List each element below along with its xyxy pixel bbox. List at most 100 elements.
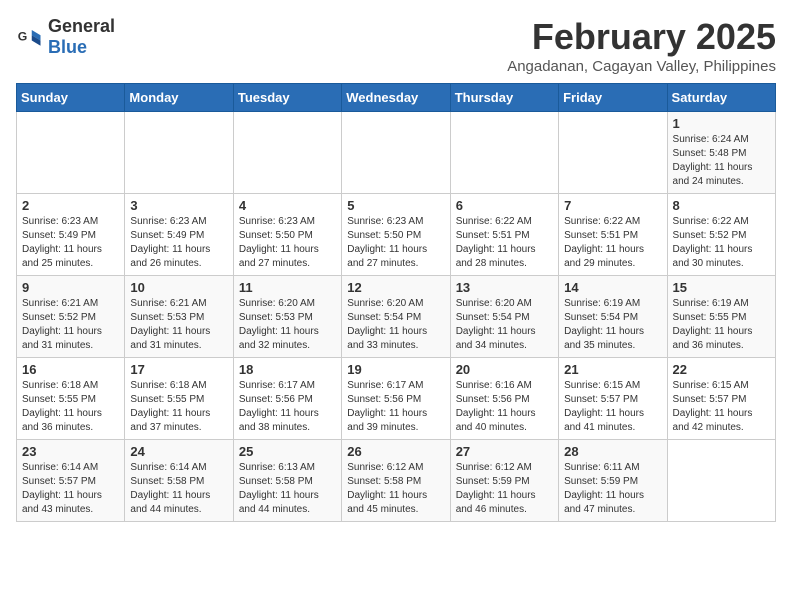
title-area: February 2025 Angadanan, Cagayan Valley,… bbox=[507, 16, 776, 75]
logo-general-text: General bbox=[48, 16, 115, 36]
calendar-cell: 3 Sunrise: 6:23 AMSunset: 5:49 PMDaylight… bbox=[125, 194, 233, 276]
dow-saturday: Saturday bbox=[667, 84, 775, 112]
calendar-cell: 28 Sunrise: 6:11 AMSunset: 5:59 PMDayligh… bbox=[559, 440, 667, 522]
calendar-cell: 11 Sunrise: 6:20 AMSunset: 5:53 PMDayligh… bbox=[233, 276, 341, 358]
calendar-cell: 24 Sunrise: 6:14 AMSunset: 5:58 PMDayligh… bbox=[125, 440, 233, 522]
day-info: Sunrise: 6:19 AMSunset: 5:54 PMDaylight:… bbox=[564, 297, 661, 353]
day-number: 26 bbox=[347, 444, 444, 459]
day-number: 3 bbox=[130, 198, 227, 213]
week-row-3: 16 Sunrise: 6:18 AMSunset: 5:55 PMDayligh… bbox=[17, 358, 776, 440]
calendar-cell: 26 Sunrise: 6:12 AMSunset: 5:58 PMDayligh… bbox=[342, 440, 450, 522]
day-info: Sunrise: 6:24 AMSunset: 5:48 PMDaylight:… bbox=[673, 133, 770, 189]
day-info: Sunrise: 6:23 AMSunset: 5:50 PMDaylight:… bbox=[347, 215, 444, 271]
day-info: Sunrise: 6:18 AMSunset: 5:55 PMDaylight:… bbox=[22, 379, 119, 435]
calendar-cell: 18 Sunrise: 6:17 AMSunset: 5:56 PMDayligh… bbox=[233, 358, 341, 440]
day-info: Sunrise: 6:23 AMSunset: 5:49 PMDaylight:… bbox=[22, 215, 119, 271]
day-number: 6 bbox=[456, 198, 553, 213]
day-info: Sunrise: 6:21 AMSunset: 5:53 PMDaylight:… bbox=[130, 297, 227, 353]
day-info: Sunrise: 6:22 AMSunset: 5:51 PMDaylight:… bbox=[564, 215, 661, 271]
week-row-2: 9Sunrise: 6:21 AMSunset: 5:52 PMDaylight… bbox=[17, 276, 776, 358]
day-number: 12 bbox=[347, 280, 444, 295]
day-number: 24 bbox=[130, 444, 227, 459]
day-info: Sunrise: 6:11 AMSunset: 5:59 PMDaylight:… bbox=[564, 461, 661, 517]
calendar-cell: 21 Sunrise: 6:15 AMSunset: 5:57 PMDayligh… bbox=[559, 358, 667, 440]
day-info: Sunrise: 6:12 AMSunset: 5:59 PMDaylight:… bbox=[456, 461, 553, 517]
day-number: 22 bbox=[673, 362, 770, 377]
day-info: Sunrise: 6:23 AMSunset: 5:50 PMDaylight:… bbox=[239, 215, 336, 271]
day-number: 25 bbox=[239, 444, 336, 459]
dow-wednesday: Wednesday bbox=[342, 84, 450, 112]
calendar-cell: 12 Sunrise: 6:20 AMSunset: 5:54 PMDayligh… bbox=[342, 276, 450, 358]
calendar-cell: 27 Sunrise: 6:12 AMSunset: 5:59 PMDayligh… bbox=[450, 440, 558, 522]
day-number: 28 bbox=[564, 444, 661, 459]
day-info: Sunrise: 6:17 AMSunset: 5:56 PMDaylight:… bbox=[239, 379, 336, 435]
calendar-cell: 25 Sunrise: 6:13 AMSunset: 5:58 PMDayligh… bbox=[233, 440, 341, 522]
calendar-cell: 15Sunrise: 6:19 AMSunset: 5:55 PMDayligh… bbox=[667, 276, 775, 358]
day-info: Sunrise: 6:14 AMSunset: 5:58 PMDaylight:… bbox=[130, 461, 227, 517]
day-info: Sunrise: 6:14 AMSunset: 5:57 PMDaylight:… bbox=[22, 461, 119, 517]
day-info: Sunrise: 6:13 AMSunset: 5:58 PMDaylight:… bbox=[239, 461, 336, 517]
calendar-cell: 6 Sunrise: 6:22 AMSunset: 5:51 PMDaylight… bbox=[450, 194, 558, 276]
day-info: Sunrise: 6:23 AMSunset: 5:49 PMDaylight:… bbox=[130, 215, 227, 271]
day-number: 16 bbox=[22, 362, 119, 377]
logo-blue-text: Blue bbox=[48, 37, 87, 57]
calendar-cell: 9Sunrise: 6:21 AMSunset: 5:52 PMDaylight… bbox=[17, 276, 125, 358]
calendar-cell: 4 Sunrise: 6:23 AMSunset: 5:50 PMDaylight… bbox=[233, 194, 341, 276]
calendar-cell: 2Sunrise: 6:23 AMSunset: 5:49 PMDaylight… bbox=[17, 194, 125, 276]
calendar-cell bbox=[559, 112, 667, 194]
calendar-body: 1Sunrise: 6:24 AMSunset: 5:48 PMDaylight… bbox=[17, 112, 776, 522]
day-number: 27 bbox=[456, 444, 553, 459]
day-number: 21 bbox=[564, 362, 661, 377]
month-title: February 2025 bbox=[507, 16, 776, 58]
day-number: 14 bbox=[564, 280, 661, 295]
day-info: Sunrise: 6:22 AMSunset: 5:51 PMDaylight:… bbox=[456, 215, 553, 271]
day-info: Sunrise: 6:12 AMSunset: 5:58 PMDaylight:… bbox=[347, 461, 444, 517]
calendar-cell: 13 Sunrise: 6:20 AMSunset: 5:54 PMDayligh… bbox=[450, 276, 558, 358]
day-number: 8 bbox=[673, 198, 770, 213]
calendar-cell: 20 Sunrise: 6:16 AMSunset: 5:56 PMDayligh… bbox=[450, 358, 558, 440]
day-number: 11 bbox=[239, 280, 336, 295]
calendar-cell bbox=[667, 440, 775, 522]
calendar-cell bbox=[233, 112, 341, 194]
calendar-cell: 5 Sunrise: 6:23 AMSunset: 5:50 PMDaylight… bbox=[342, 194, 450, 276]
day-number: 5 bbox=[347, 198, 444, 213]
svg-text:G: G bbox=[18, 30, 28, 44]
day-info: Sunrise: 6:20 AMSunset: 5:54 PMDaylight:… bbox=[456, 297, 553, 353]
calendar-cell bbox=[342, 112, 450, 194]
calendar-cell: 23 Sunrise: 6:14 AMSunset: 5:57 PMDayligh… bbox=[17, 440, 125, 522]
day-info: Sunrise: 6:20 AMSunset: 5:53 PMDaylight:… bbox=[239, 297, 336, 353]
week-row-0: 1Sunrise: 6:24 AMSunset: 5:48 PMDaylight… bbox=[17, 112, 776, 194]
calendar-cell: 14 Sunrise: 6:19 AMSunset: 5:54 PMDayligh… bbox=[559, 276, 667, 358]
dow-friday: Friday bbox=[559, 84, 667, 112]
day-number: 17 bbox=[130, 362, 227, 377]
calendar-cell: 22 Sunrise: 6:15 AMSunset: 5:57 PMDayligh… bbox=[667, 358, 775, 440]
day-info: Sunrise: 6:15 AMSunset: 5:57 PMDaylight:… bbox=[673, 379, 770, 435]
week-row-4: 23 Sunrise: 6:14 AMSunset: 5:57 PMDayligh… bbox=[17, 440, 776, 522]
calendar-cell: 17Sunrise: 6:18 AMSunset: 5:55 PMDayligh… bbox=[125, 358, 233, 440]
day-number: 9 bbox=[22, 280, 119, 295]
day-number: 18 bbox=[239, 362, 336, 377]
day-info: Sunrise: 6:20 AMSunset: 5:54 PMDaylight:… bbox=[347, 297, 444, 353]
day-info: Sunrise: 6:22 AMSunset: 5:52 PMDaylight:… bbox=[673, 215, 770, 271]
dow-sunday: Sunday bbox=[17, 84, 125, 112]
day-number: 13 bbox=[456, 280, 553, 295]
day-info: Sunrise: 6:17 AMSunset: 5:56 PMDaylight:… bbox=[347, 379, 444, 435]
calendar-cell bbox=[125, 112, 233, 194]
calendar-cell bbox=[17, 112, 125, 194]
location-title: Angadanan, Cagayan Valley, Philippines bbox=[507, 58, 776, 75]
calendar-cell: 10 Sunrise: 6:21 AMSunset: 5:53 PMDayligh… bbox=[125, 276, 233, 358]
day-of-week-header-row: SundayMondayTuesdayWednesdayThursdayFrid… bbox=[17, 84, 776, 112]
day-number: 7 bbox=[564, 198, 661, 213]
day-number: 23 bbox=[22, 444, 119, 459]
dow-monday: Monday bbox=[125, 84, 233, 112]
dow-tuesday: Tuesday bbox=[233, 84, 341, 112]
day-number: 15 bbox=[673, 280, 770, 295]
day-number: 4 bbox=[239, 198, 336, 213]
day-number: 10 bbox=[130, 280, 227, 295]
week-row-1: 2Sunrise: 6:23 AMSunset: 5:49 PMDaylight… bbox=[17, 194, 776, 276]
calendar-cell: 7 Sunrise: 6:22 AMSunset: 5:51 PMDaylight… bbox=[559, 194, 667, 276]
day-number: 20 bbox=[456, 362, 553, 377]
day-info: Sunrise: 6:16 AMSunset: 5:56 PMDaylight:… bbox=[456, 379, 553, 435]
day-info: Sunrise: 6:15 AMSunset: 5:57 PMDaylight:… bbox=[564, 379, 661, 435]
calendar-cell bbox=[450, 112, 558, 194]
